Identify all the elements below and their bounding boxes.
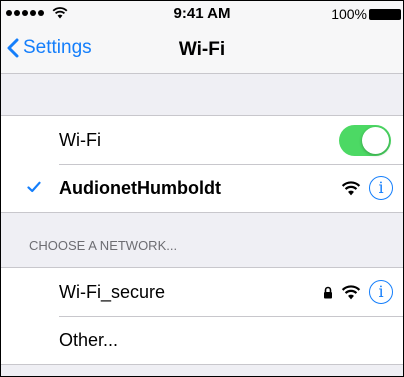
wifi-settings-screen: 9:41 AM 100% Settings Wi-Fi Wi-Fi Audion… bbox=[0, 0, 404, 377]
checkmark-icon bbox=[27, 181, 41, 193]
battery-percentage: 100% bbox=[331, 6, 367, 22]
info-button[interactable]: i bbox=[369, 280, 393, 304]
connected-network-name: AudionetHumboldt bbox=[59, 178, 221, 198]
wifi-toggle-label: Wi-Fi bbox=[59, 130, 101, 150]
connected-network-row[interactable]: AudionetHumboldt i bbox=[1, 164, 403, 212]
connected-network-icons: i bbox=[341, 176, 393, 200]
networks-group: Wi-Fi_secure i Other... bbox=[1, 267, 403, 365]
network-row[interactable]: Wi-Fi_secure i bbox=[1, 268, 403, 316]
lock-icon bbox=[324, 286, 332, 298]
back-button-label: Settings bbox=[23, 37, 92, 58]
wifi-toggle-row: Wi-Fi bbox=[1, 116, 403, 164]
toggle-knob bbox=[362, 127, 389, 154]
network-icons: i bbox=[323, 280, 393, 304]
other-network-label: Other... bbox=[59, 330, 119, 350]
battery-icon bbox=[369, 9, 401, 20]
info-button[interactable]: i bbox=[369, 176, 393, 200]
back-button[interactable]: Settings bbox=[7, 37, 92, 59]
other-network-row[interactable]: Other... bbox=[1, 316, 403, 364]
status-bar: 9:41 AM 100% bbox=[1, 1, 403, 29]
wifi-toggle-switch[interactable] bbox=[339, 125, 391, 156]
chevron-left-icon bbox=[7, 38, 19, 58]
network-name: Wi-Fi_secure bbox=[59, 282, 166, 302]
wifi-signal-icon bbox=[341, 181, 361, 196]
section-header: CHOOSE A NETWORK... bbox=[29, 238, 178, 253]
navigation-bar: Settings Wi-Fi bbox=[1, 29, 403, 74]
wifi-group: Wi-Fi AudionetHumboldt i bbox=[1, 115, 403, 213]
wifi-signal-icon bbox=[341, 285, 361, 300]
